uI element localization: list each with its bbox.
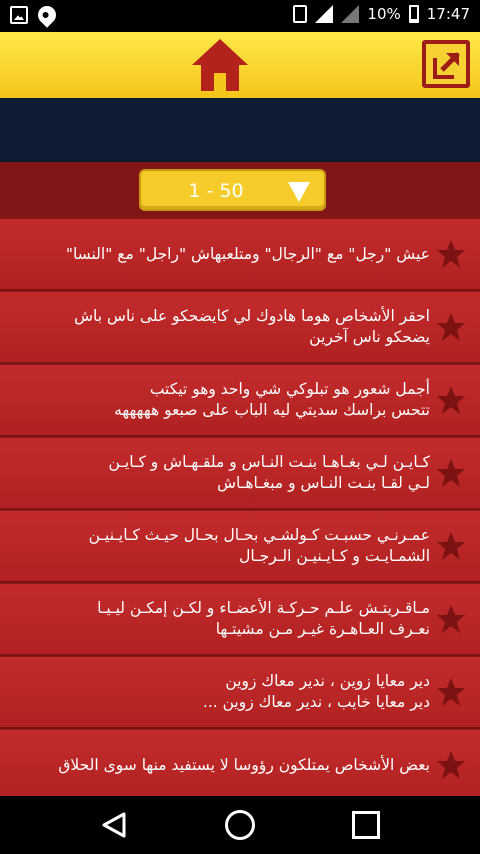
signal-icon [315, 5, 334, 23]
clock: 17:47 [426, 5, 470, 23]
favorite-star-icon[interactable] [436, 385, 466, 415]
home-icon [192, 39, 248, 65]
quote-line: كـايـن لـي بغـاهـا بنـت النـاس و ملقـهـا… [108, 453, 430, 471]
share-button[interactable] [422, 40, 470, 88]
quote-line: الشمـايـت و كـايـنيـن الـرجـال [239, 547, 430, 565]
range-bar: 1 - 50 [0, 162, 480, 218]
ad-banner [0, 98, 480, 162]
quote-line: عيش "رجل" مع "الرجال" ومتلعبهاش "راجل" م… [65, 244, 430, 263]
location-notification-icon [34, 2, 60, 28]
favorite-star-icon[interactable] [436, 312, 466, 342]
back-icon[interactable] [102, 812, 126, 838]
signal-2-icon [341, 5, 360, 23]
quote-line: لـي لقـا بنـت النـاس و مبغـاهـاش [217, 474, 430, 492]
favorite-star-icon[interactable] [436, 677, 466, 707]
status-bar: 10% 17:47 [0, 0, 480, 32]
dropdown-arrow-icon [288, 182, 310, 202]
list-item[interactable]: مـاقـريتـش علـم حـركـة الأعضـاء و لكـن إ… [0, 583, 480, 654]
share-icon [433, 52, 460, 79]
favorite-star-icon[interactable] [436, 750, 466, 780]
list-item[interactable]: أجمل شعور هو تبلوكي شي واحد وهو تيكتب تت… [0, 364, 480, 435]
quote-line: دير معايا زوين ، ندير معاك زوين [225, 672, 430, 690]
quote-line: بعض الأشخاص يمتلكون رؤوسا لا يستفيد منها… [58, 755, 430, 774]
app-header [0, 32, 480, 98]
vibrate-icon [293, 5, 308, 23]
quote-list: عيش "رجل" مع "الرجال" ومتلعبهاش "راجل" م… [0, 218, 480, 800]
list-item[interactable]: كـايـن لـي بغـاهـا بنـت النـاس و ملقـهـا… [0, 437, 480, 508]
quote-line: يضحكو ناس آخرين [309, 328, 430, 346]
home-circle-icon[interactable] [225, 810, 255, 840]
system-nav-bar [0, 796, 480, 854]
battery-icon [408, 5, 419, 23]
favorite-star-icon[interactable] [436, 531, 466, 561]
quote-line: تتحس براسك سديتي ليه الباب على صبعو هههه… [114, 401, 430, 419]
favorite-star-icon[interactable] [436, 458, 466, 488]
range-dropdown-value: 1 - 50 [188, 180, 244, 202]
quote-line: دير معايا خايب ، ندير معاك زوين ... [202, 693, 430, 711]
quote-line: عمـرنـي حسبـت كـولشـي بحـال بحـال حيـث ك… [88, 526, 430, 544]
home-button[interactable] [192, 39, 248, 91]
quote-line: مـاقـريتـش علـم حـركـة الأعضـاء و لكـن إ… [97, 599, 430, 617]
favorite-star-icon[interactable] [436, 604, 466, 634]
favorite-star-icon[interactable] [436, 239, 466, 269]
gallery-notification-icon [10, 6, 28, 24]
recents-icon[interactable] [352, 811, 380, 839]
list-item[interactable]: دير معايا زوين ، ندير معاك زوين دير معاي… [0, 656, 480, 727]
quote-line: أجمل شعور هو تبلوكي شي واحد وهو تيكتب [149, 380, 430, 398]
list-item[interactable]: بعض الأشخاص يمتلكون رؤوسا لا يستفيد منها… [0, 729, 480, 800]
list-item[interactable]: عمـرنـي حسبـت كـولشـي بحـال بحـال حيـث ك… [0, 510, 480, 581]
battery-percent: 10% [367, 5, 401, 23]
quote-line: نعـرف العـاهـرة غيـر مـن مشيتـها [215, 620, 430, 638]
list-item[interactable]: احقر الأشخاص هوما هادوك لي كايضحكو على ن… [0, 291, 480, 362]
range-dropdown[interactable]: 1 - 50 [139, 169, 326, 211]
quote-line: احقر الأشخاص هوما هادوك لي كايضحكو على ن… [74, 307, 430, 325]
list-item[interactable]: عيش "رجل" مع "الرجال" ومتلعبهاش "راجل" م… [0, 218, 480, 289]
